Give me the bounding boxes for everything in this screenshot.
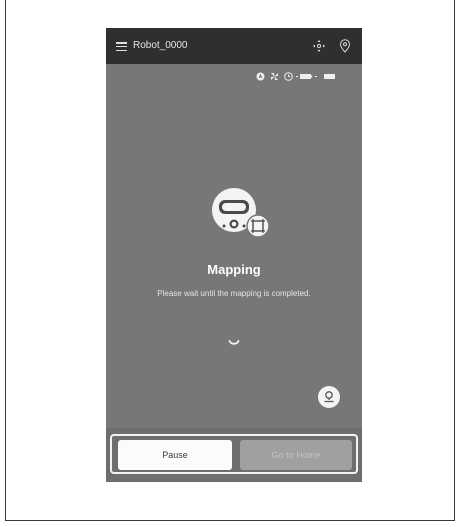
robot-vacuum-icon	[212, 188, 270, 238]
mapping-title: Mapping	[207, 262, 261, 277]
move-arrows-icon[interactable]	[312, 39, 326, 53]
location-pin-icon[interactable]	[339, 39, 351, 53]
go-to-home-button[interactable]: Go to Home	[240, 440, 352, 470]
pause-button[interactable]: Pause	[118, 440, 232, 470]
hamburger-menu-icon[interactable]	[116, 42, 127, 52]
loading-spinner-icon	[228, 340, 240, 345]
map-location-button[interactable]	[318, 386, 340, 408]
map-frame-icon	[246, 214, 270, 238]
app-header: Robot_0000	[106, 28, 362, 64]
water-tank-icon	[324, 74, 335, 79]
map-location-icon	[324, 391, 334, 403]
navigation-icon	[256, 72, 265, 81]
mapping-message: Please wait until the mapping is complet…	[157, 289, 311, 298]
action-panel: Pause Go to Home	[106, 428, 362, 482]
robot-status-icons	[256, 72, 356, 82]
robot-name: Robot_0000	[133, 40, 188, 51]
app-screen: Robot_0000 Mapping Please wait until the…	[106, 28, 362, 482]
fan-icon	[271, 73, 278, 80]
clock-icon	[284, 72, 293, 81]
battery-icon	[296, 74, 317, 79]
